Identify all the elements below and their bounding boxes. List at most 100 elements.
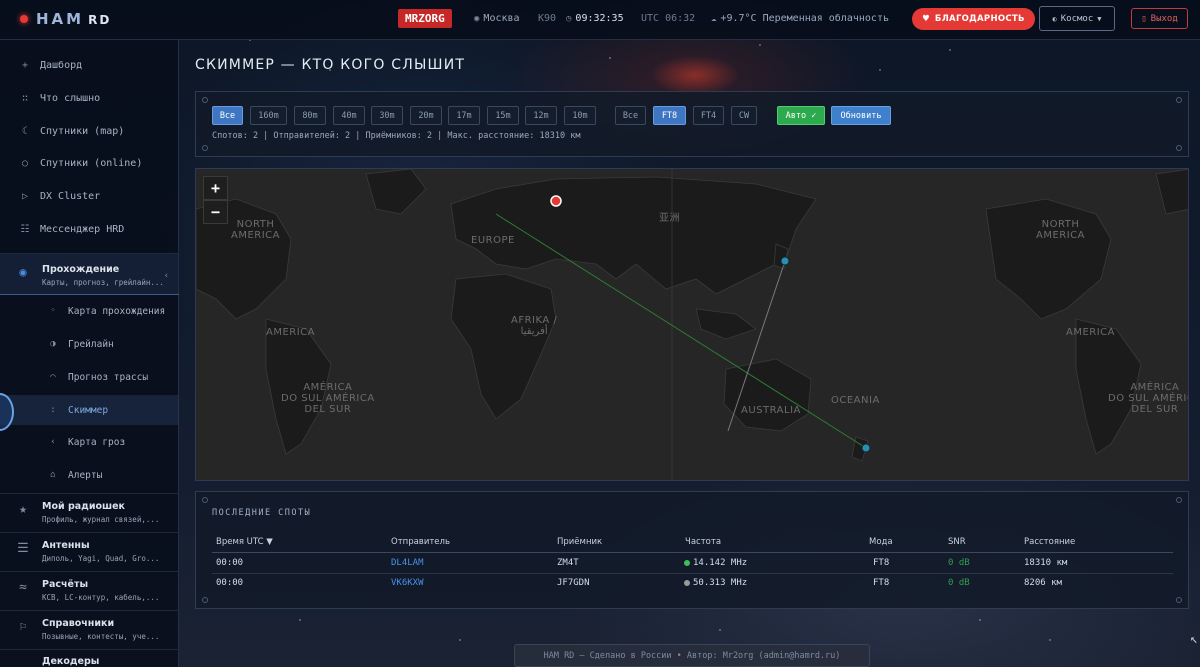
map-label-australia: AUSTRALIA (741, 405, 801, 416)
sidebar: + Дашборд ∷ Что слышно ☾ Спутники (map) ○ Сп… (0, 40, 179, 667)
sidebar-sub-alerts[interactable]: ⌂ Алерты (0, 460, 179, 490)
mode-button-ft8[interactable]: FT8 (653, 106, 686, 125)
grid-locator: K90 (538, 13, 557, 24)
home-marker[interactable] (550, 195, 562, 207)
sidebar-item-dashboard[interactable]: + Дашборд (0, 50, 179, 80)
sidebar-item-satellites-online[interactable]: ○ Спутники (online) (0, 148, 179, 178)
lightning-icon: ‹ (50, 437, 56, 447)
column-header-time[interactable]: Время UTC ▼ (216, 537, 273, 547)
sidebar-group-references[interactable]: ⚐ Справочники Позывные, контесты, уче... (0, 610, 179, 649)
sidebar-item-messenger[interactable]: ☷ Мессенджер HRD (0, 214, 179, 244)
approx-icon: ≈ (19, 580, 27, 595)
radio-circle-icon: ◉ (19, 265, 27, 279)
sidebar-sub-label: Грейлайн (68, 338, 114, 350)
sidebar-sub-label: Алерты (68, 469, 103, 481)
refresh-button[interactable]: Обновить (831, 106, 891, 125)
sidebar-sub-grayline[interactable]: ◑ Грейлайн (0, 329, 179, 359)
logo-dot-icon (20, 15, 28, 23)
sidebar-sub-label: Карта гроз (68, 436, 126, 448)
corner-mark (202, 497, 208, 503)
sidebar-item-what-heard[interactable]: ∷ Что слышно (0, 83, 179, 113)
zoom-in-button[interactable]: + (203, 176, 228, 200)
moon-icon: ☾ (21, 125, 29, 137)
exit-icon: ▯ (1141, 13, 1147, 24)
spot-stats: Спотов: 2 | Отправителей: 2 | Приёмников… (212, 131, 581, 141)
band-button-160m[interactable]: 160m (250, 106, 287, 125)
landmass-africa (450, 273, 557, 420)
landmass-southeast-asia (695, 308, 757, 340)
group-desc: Диполь, Yagi, Quad, Gro... (42, 554, 160, 563)
auto-refresh-toggle[interactable]: Авто ✓ (777, 106, 825, 125)
theme-select[interactable]: ◐ Космос ▼ (1039, 6, 1115, 31)
sidebar-sub-storm-map[interactable]: ‹ Карта гроз (0, 427, 179, 457)
thanks-button[interactable]: ♥ БЛАГОДАРНОСТЬ (912, 8, 1035, 30)
skimmer-map[interactable]: NORTH AMERICA EUROPE 亚洲 NORTH AMERICA AM… (195, 168, 1189, 481)
page-title: СКИММЕР — КТО КОГО СЛЫШИТ (195, 57, 466, 73)
band-button-40m[interactable]: 40m (333, 106, 365, 125)
cell-mode: FT8 (873, 558, 890, 568)
zoom-out-button[interactable]: − (203, 200, 228, 224)
column-header-distance[interactable]: Расстояние (1024, 537, 1075, 547)
bell-icon: ⌂ (50, 470, 56, 480)
sidebar-item-label: Спутники (map) (40, 125, 125, 137)
band-button-30m[interactable]: 30m (371, 106, 403, 125)
landmass-north-america-right (985, 198, 1112, 320)
list-icon: ☷ (20, 223, 30, 235)
band-button-80m[interactable]: 80m (294, 106, 326, 125)
sidebar-group-my-shack[interactable]: ★ Мой радиошек Профиль, журнал связей,... (0, 493, 179, 532)
cell-sender-link[interactable]: VK6KXW (391, 578, 424, 588)
city-label: Москва (483, 13, 520, 24)
mode-button-ft4[interactable]: FT4 (693, 106, 724, 125)
mode-button-all[interactable]: Все (615, 106, 646, 125)
sidebar-group-antennas[interactable]: ☰ Антенны Диполь, Yagi, Quad, Gro... (0, 532, 179, 571)
band-button-10m[interactable]: 10m (564, 106, 596, 125)
station-marker-new-zealand[interactable] (861, 443, 871, 453)
group-title: Мой радиошек (42, 501, 125, 512)
logo[interactable]: HAM RD (20, 10, 111, 28)
band-button-20m[interactable]: 20m (410, 106, 442, 125)
sidebar-item-dx-cluster[interactable]: ▷ DX Cluster (0, 181, 179, 211)
sidebar-group-decoders[interactable]: Декодеры (0, 649, 179, 667)
group-desc: Позывные, контесты, уче... (42, 632, 160, 641)
band-button-all[interactable]: Все (212, 106, 243, 125)
sidebar-sub-skimmer[interactable]: : Скиммер (0, 395, 179, 425)
circle-icon: ○ (21, 157, 29, 169)
group-title: Антенны (42, 540, 90, 551)
map-label-europe: EUROPE (471, 235, 515, 246)
sidebar-item-label: Дашборд (40, 59, 83, 71)
corner-mark (202, 145, 208, 151)
cell-time: 00:00 (216, 578, 244, 588)
dot-icon: ◦ (50, 306, 56, 316)
mode-button-cw[interactable]: CW (731, 106, 757, 125)
map-label-africa: AFRIKA / أفريقيا (511, 315, 558, 337)
sidebar-group-calculations[interactable]: ≈ Расчёты КСВ, LC-контур, кабель,... (0, 571, 179, 610)
column-header-snr[interactable]: SNR (948, 537, 966, 547)
column-header-mode[interactable]: Мода (869, 537, 893, 547)
column-header-frequency[interactable]: Частота (685, 537, 721, 547)
corner-mark (1176, 97, 1182, 103)
location: ◉ Москва (474, 13, 520, 24)
callsign-badge[interactable]: MRZORG (398, 9, 452, 28)
band-button-17m[interactable]: 17m (448, 106, 480, 125)
sidebar-item-label: DX Cluster (40, 190, 101, 202)
cell-sender-link[interactable]: DL4LAM (391, 558, 424, 568)
sidebar-sub-propagation-map[interactable]: ◦ Карта прохождения (0, 296, 179, 326)
world-map (196, 169, 1188, 480)
landmass-greenland (365, 169, 427, 215)
corner-mark (1176, 145, 1182, 151)
sidebar-item-satellites-map[interactable]: ☾ Спутники (map) (0, 116, 179, 146)
clock-icon: ◷ (566, 13, 572, 24)
band-button-12m[interactable]: 12m (525, 106, 557, 125)
local-time-value: 09:32:35 (575, 13, 624, 24)
station-marker-japan[interactable] (780, 256, 790, 266)
sidebar-sub-path-forecast[interactable]: ⌒ Прогноз трассы (0, 362, 179, 392)
band-button-15m[interactable]: 15m (487, 106, 519, 125)
sidebar-group-propagation[interactable]: ◉ Прохождение Карты, прогноз, грейлайн...… (0, 253, 179, 295)
band-dot-icon (684, 560, 690, 566)
column-header-sender[interactable]: Отправитель (391, 537, 450, 547)
column-header-receiver[interactable]: Приёмник (557, 537, 602, 547)
cell-time: 00:00 (216, 558, 244, 568)
exit-button[interactable]: ▯ Выход (1131, 8, 1188, 29)
logo-text: HAM (36, 10, 85, 28)
sidebar-sub-label: Карта прохождения (68, 305, 166, 317)
